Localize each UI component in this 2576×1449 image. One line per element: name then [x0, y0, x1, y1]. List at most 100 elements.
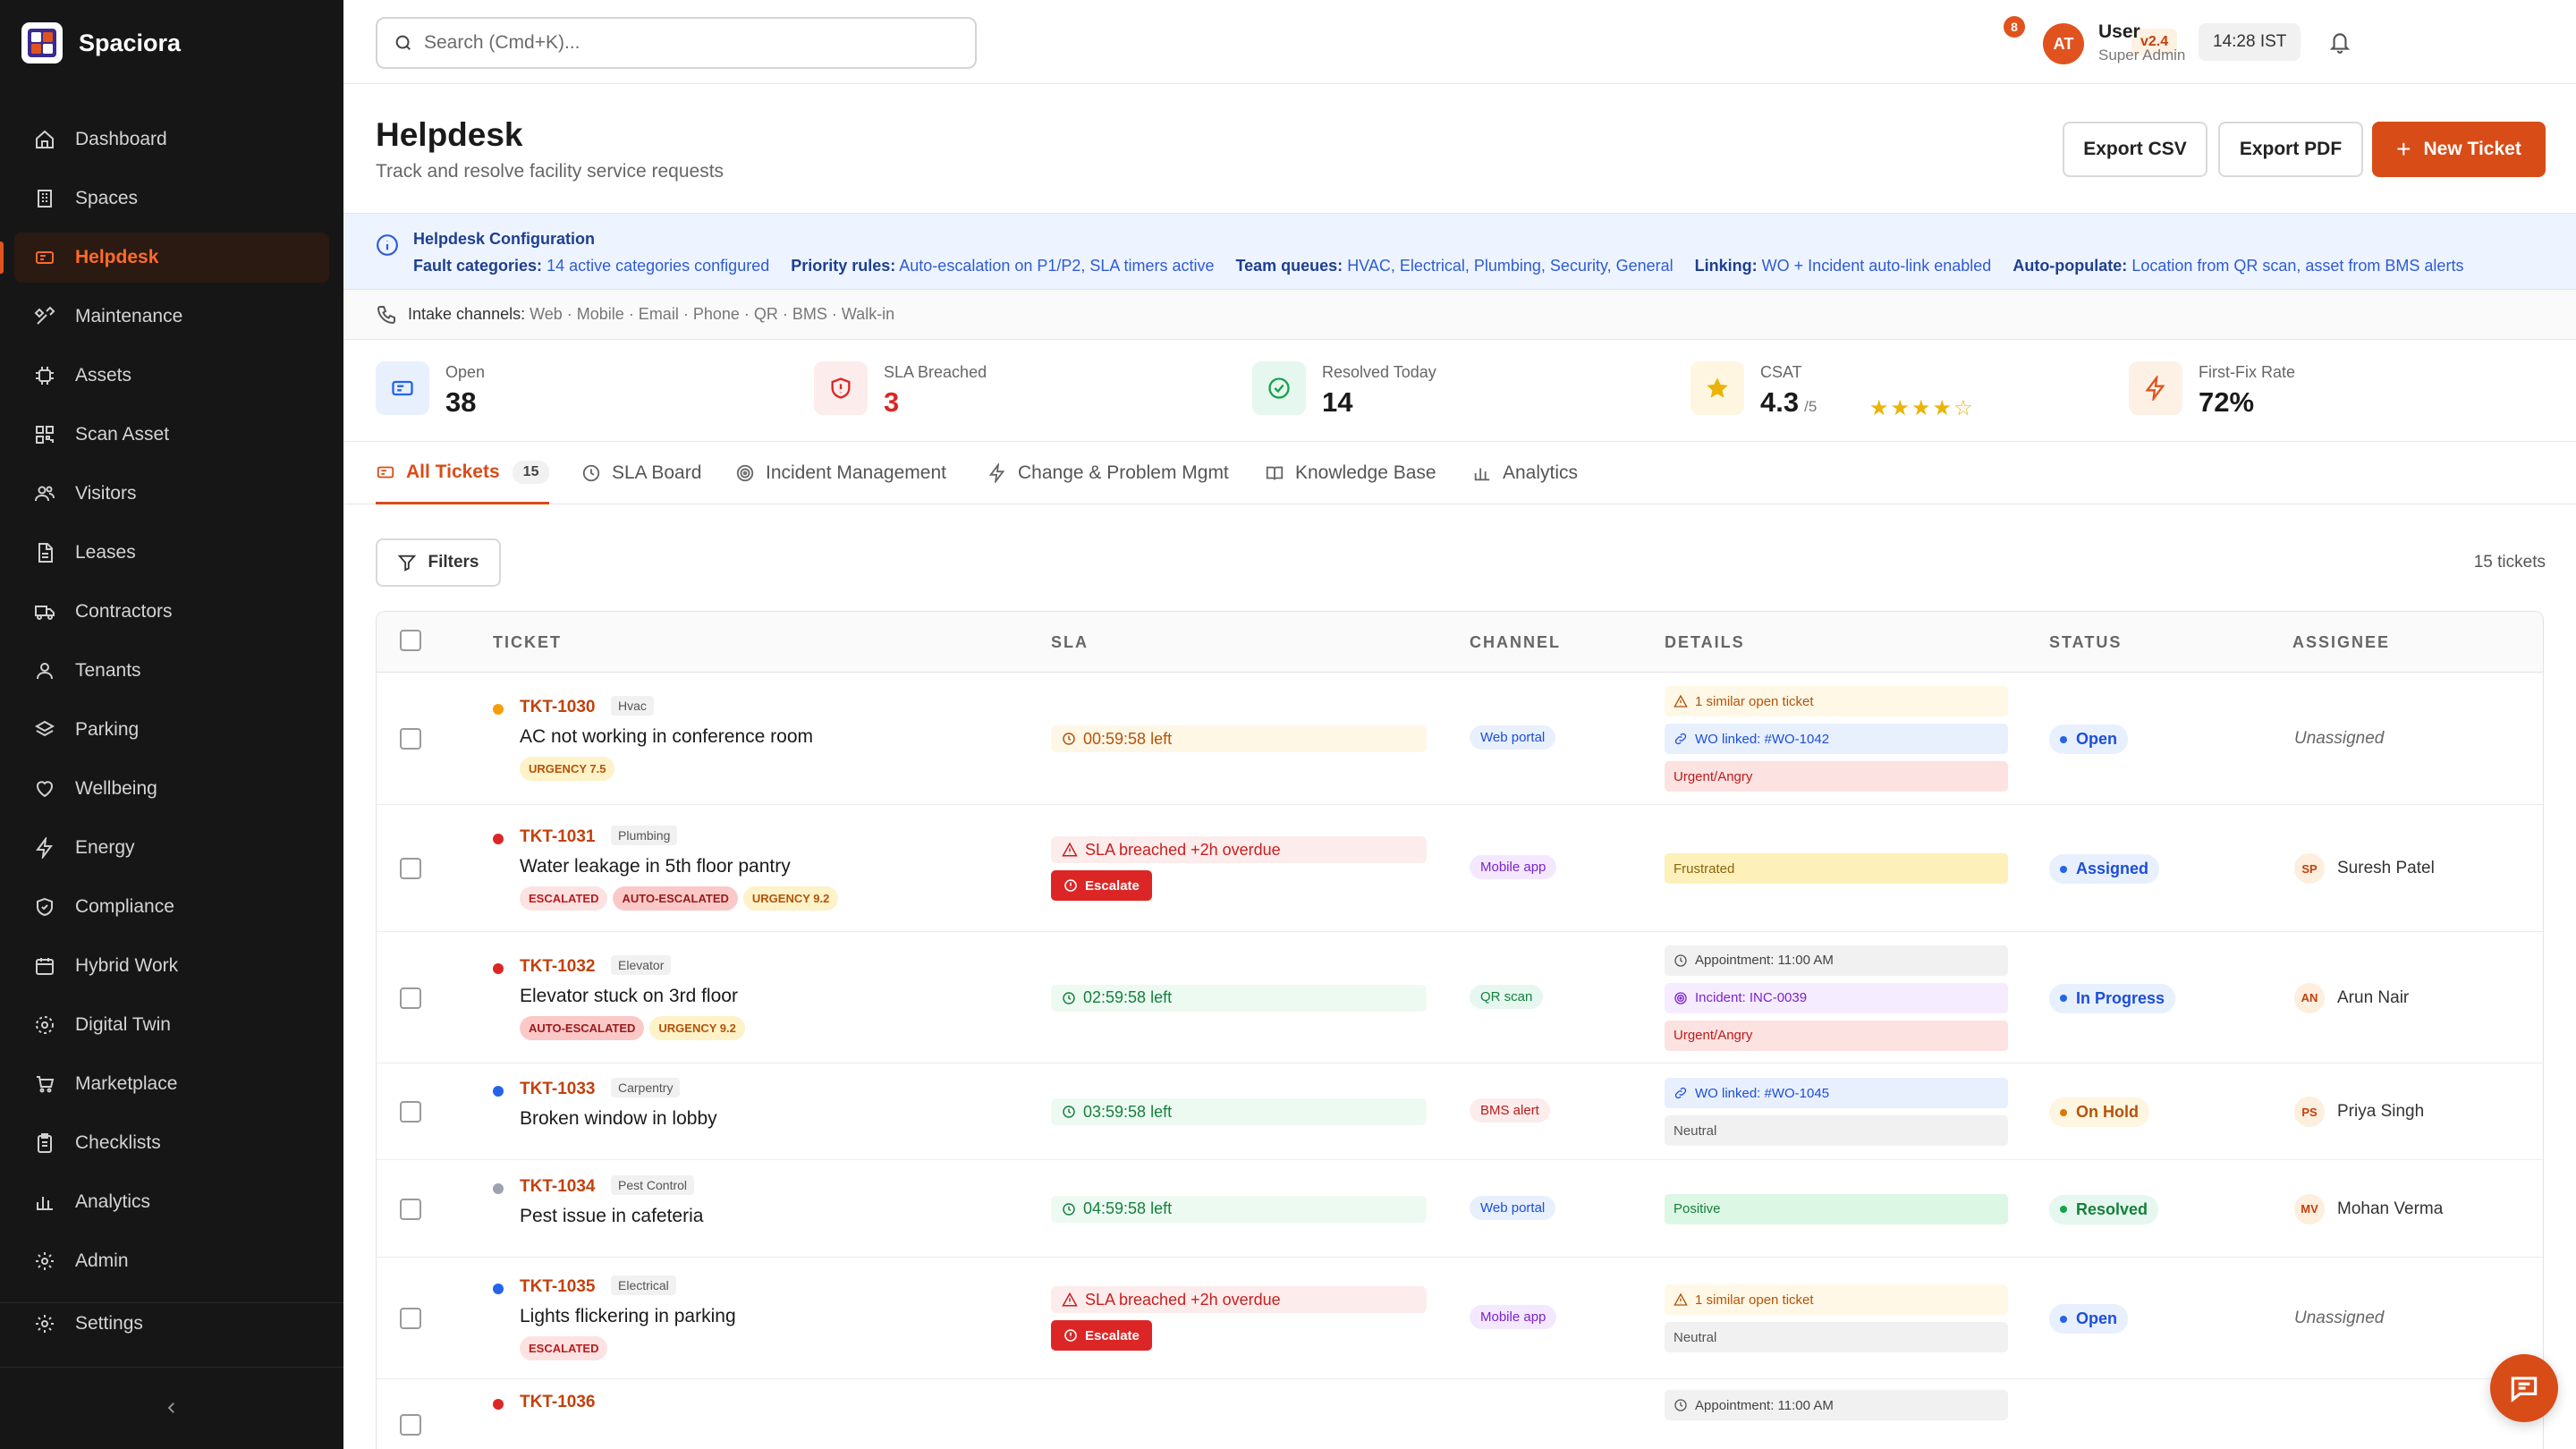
detail-text: Urgent/Angry: [1674, 1028, 1753, 1043]
sidebar-item-admin[interactable]: Admin: [14, 1236, 329, 1286]
status-badge[interactable]: On Hold: [2049, 1097, 2149, 1127]
sidebar-item-label: Settings: [75, 1313, 143, 1334]
row-checkbox[interactable]: [400, 987, 421, 1009]
row-checkbox[interactable]: [400, 1414, 421, 1436]
assignee[interactable]: MV Mohan Verma: [2294, 1193, 2443, 1224]
row-checkbox[interactable]: [400, 858, 421, 879]
row-checkbox[interactable]: [400, 1101, 421, 1123]
sidebar-item-checklists[interactable]: Checklists: [14, 1118, 329, 1168]
star-icon: [1690, 361, 1744, 415]
ticket-id-link[interactable]: TKT-1036: [520, 1393, 595, 1412]
status-badge[interactable]: Resolved: [2049, 1194, 2159, 1224]
ticket-id-link[interactable]: TKT-1034: [520, 1177, 595, 1197]
table-row[interactable]: TKT-1031 Plumbing Water leakage in 5th flo…: [377, 805, 2543, 932]
row-checkbox[interactable]: [400, 1308, 421, 1329]
status-badge[interactable]: In Progress: [2049, 983, 2176, 1013]
sidebar-item-energy[interactable]: Energy: [14, 823, 329, 873]
sidebar-item-tenants[interactable]: Tenants: [14, 646, 329, 696]
ticket-id-link[interactable]: TKT-1032: [520, 957, 595, 977]
ticket-title[interactable]: Broken window in lobby: [520, 1108, 717, 1130]
escalate-button[interactable]: Escalate: [1051, 1320, 1152, 1351]
table-row[interactable]: TKT-1034 Pest Control Pest issue in cafete…: [377, 1160, 2543, 1258]
filters-label: Filters: [428, 553, 479, 572]
user-name[interactable]: User: [2098, 21, 2140, 43]
tab-incident-management[interactable]: Incident Management: [735, 442, 946, 504]
channel-badge: Web portal: [1470, 1195, 1556, 1220]
status-badge[interactable]: Assigned: [2049, 854, 2160, 884]
assignee[interactable]: SP Suresh Patel: [2294, 853, 2435, 884]
sidebar-item-analytics[interactable]: Analytics: [14, 1177, 329, 1227]
tab-label: Knowledge Base: [1295, 462, 1436, 483]
tab-all-tickets[interactable]: All Tickets 15: [376, 442, 550, 504]
escalate-button[interactable]: Escalate: [1051, 870, 1152, 901]
assignee[interactable]: Unassigned: [2294, 729, 2384, 749]
tab-analytics[interactable]: Analytics: [1472, 442, 1578, 504]
sidebar-item-contractors[interactable]: Contractors: [14, 587, 329, 637]
sidebar-item-maintenance[interactable]: Maintenance: [14, 292, 329, 342]
ticket-id-link[interactable]: TKT-1030: [520, 698, 595, 717]
detail-chip[interactable]: WO linked: #WO-1045: [1665, 1078, 2008, 1108]
sidebar-item-parking[interactable]: Parking: [14, 705, 329, 755]
filters-button[interactable]: Filters: [376, 538, 501, 587]
sla-text: 00:59:58 left: [1083, 729, 1173, 748]
ticket-title[interactable]: Pest issue in cafeteria: [520, 1206, 703, 1227]
sidebar-item-label: Spaces: [75, 188, 139, 208]
sidebar-item-leases[interactable]: Leases: [14, 528, 329, 578]
ticket-id-link[interactable]: TKT-1033: [520, 1080, 595, 1099]
tab-knowledge-base[interactable]: Knowledge Base: [1265, 442, 1436, 504]
sidebar-item-assets[interactable]: Assets: [14, 351, 329, 401]
sidebar-item-settings[interactable]: Settings: [14, 1299, 329, 1349]
status-text: In Progress: [2076, 988, 2165, 1007]
tab-change-problem[interactable]: Change & Problem Mgmt: [987, 442, 1229, 504]
ticket-id-link[interactable]: TKT-1031: [520, 827, 595, 847]
table-row[interactable]: TKT-1030 Hvac AC not working in conference…: [377, 673, 2543, 805]
brand-logo-icon: [21, 22, 63, 64]
row-checkbox[interactable]: [400, 728, 421, 750]
search-box[interactable]: [376, 17, 977, 69]
sidebar-item-compliance[interactable]: Compliance: [14, 882, 329, 932]
row-checkbox[interactable]: [400, 1198, 421, 1220]
assignee[interactable]: PS Priya Singh: [2294, 1097, 2424, 1127]
sidebar-item-spaces[interactable]: Spaces: [14, 174, 329, 224]
status-badge[interactable]: Open: [2049, 724, 2129, 754]
ticket-title[interactable]: AC not working in conference room: [520, 726, 813, 748]
new-ticket-button[interactable]: + New Ticket: [2372, 122, 2546, 177]
avatar[interactable]: AT: [2043, 23, 2084, 64]
ticket-title[interactable]: Water leakage in 5th floor pantry: [520, 856, 791, 877]
export-pdf-button[interactable]: Export PDF: [2218, 122, 2363, 177]
category-badge: Hvac: [611, 696, 654, 716]
tab-sla-board[interactable]: SLA Board: [581, 442, 701, 504]
table-row[interactable]: TKT-1036 Appointment: 11:00 AM: [377, 1379, 2543, 1449]
chat-support-button[interactable]: [2490, 1354, 2558, 1422]
table-row[interactable]: TKT-1033 Carpentry Broken window in lobby 0…: [377, 1063, 2543, 1160]
ticket-title[interactable]: Lights flickering in parking: [520, 1306, 736, 1327]
sidebar-item-scan-asset[interactable]: Scan Asset: [14, 410, 329, 460]
sidebar-item-helpdesk[interactable]: Helpdesk: [0, 233, 329, 283]
table-row[interactable]: TKT-1032 Elevator Elevator stuck on 3rd fl…: [377, 932, 2543, 1063]
search-input[interactable]: [424, 32, 943, 54]
assignee[interactable]: Unassigned: [2294, 1309, 2384, 1328]
status-badge[interactable]: Open: [2049, 1304, 2129, 1334]
assignee-avatar: AN: [2294, 982, 2325, 1013]
table-row[interactable]: TKT-1035 Electrical Lights flickering in p…: [377, 1258, 2543, 1379]
ticket-id-link[interactable]: TKT-1035: [520, 1277, 595, 1297]
detail-chip[interactable]: WO linked: #WO-1042: [1665, 724, 2008, 754]
sidebar-item-marketplace[interactable]: Marketplace: [14, 1059, 329, 1109]
notifications-button[interactable]: [2324, 25, 2356, 59]
collapse-sidebar-button[interactable]: [159, 1395, 184, 1420]
assignee[interactable]: AN Arun Nair: [2294, 982, 2409, 1013]
sidebar-item-wellbeing[interactable]: Wellbeing: [14, 764, 329, 814]
ticket-title[interactable]: Elevator stuck on 3rd floor: [520, 986, 738, 1007]
csat-value: 4.3: [1760, 386, 1800, 418]
sidebar-item-visitors[interactable]: Visitors: [14, 469, 329, 519]
sidebar-item-digital-twin[interactable]: Digital Twin: [14, 1000, 329, 1050]
column-header-sla: SLA: [1051, 633, 1089, 651]
select-all-checkbox[interactable]: [400, 630, 421, 651]
sidebar-item-hybrid-work[interactable]: Hybrid Work: [14, 941, 329, 991]
status-text: Resolved: [2076, 1199, 2148, 1218]
sidebar-item-dashboard[interactable]: Dashboard: [14, 114, 329, 165]
config-value: Location from QR scan, asset from BMS al…: [2131, 257, 2464, 275]
detail-chip[interactable]: Incident: INC-0039: [1665, 982, 2008, 1013]
export-csv-button[interactable]: Export CSV: [2063, 122, 2207, 177]
brand[interactable]: Spaciora: [21, 21, 181, 64]
